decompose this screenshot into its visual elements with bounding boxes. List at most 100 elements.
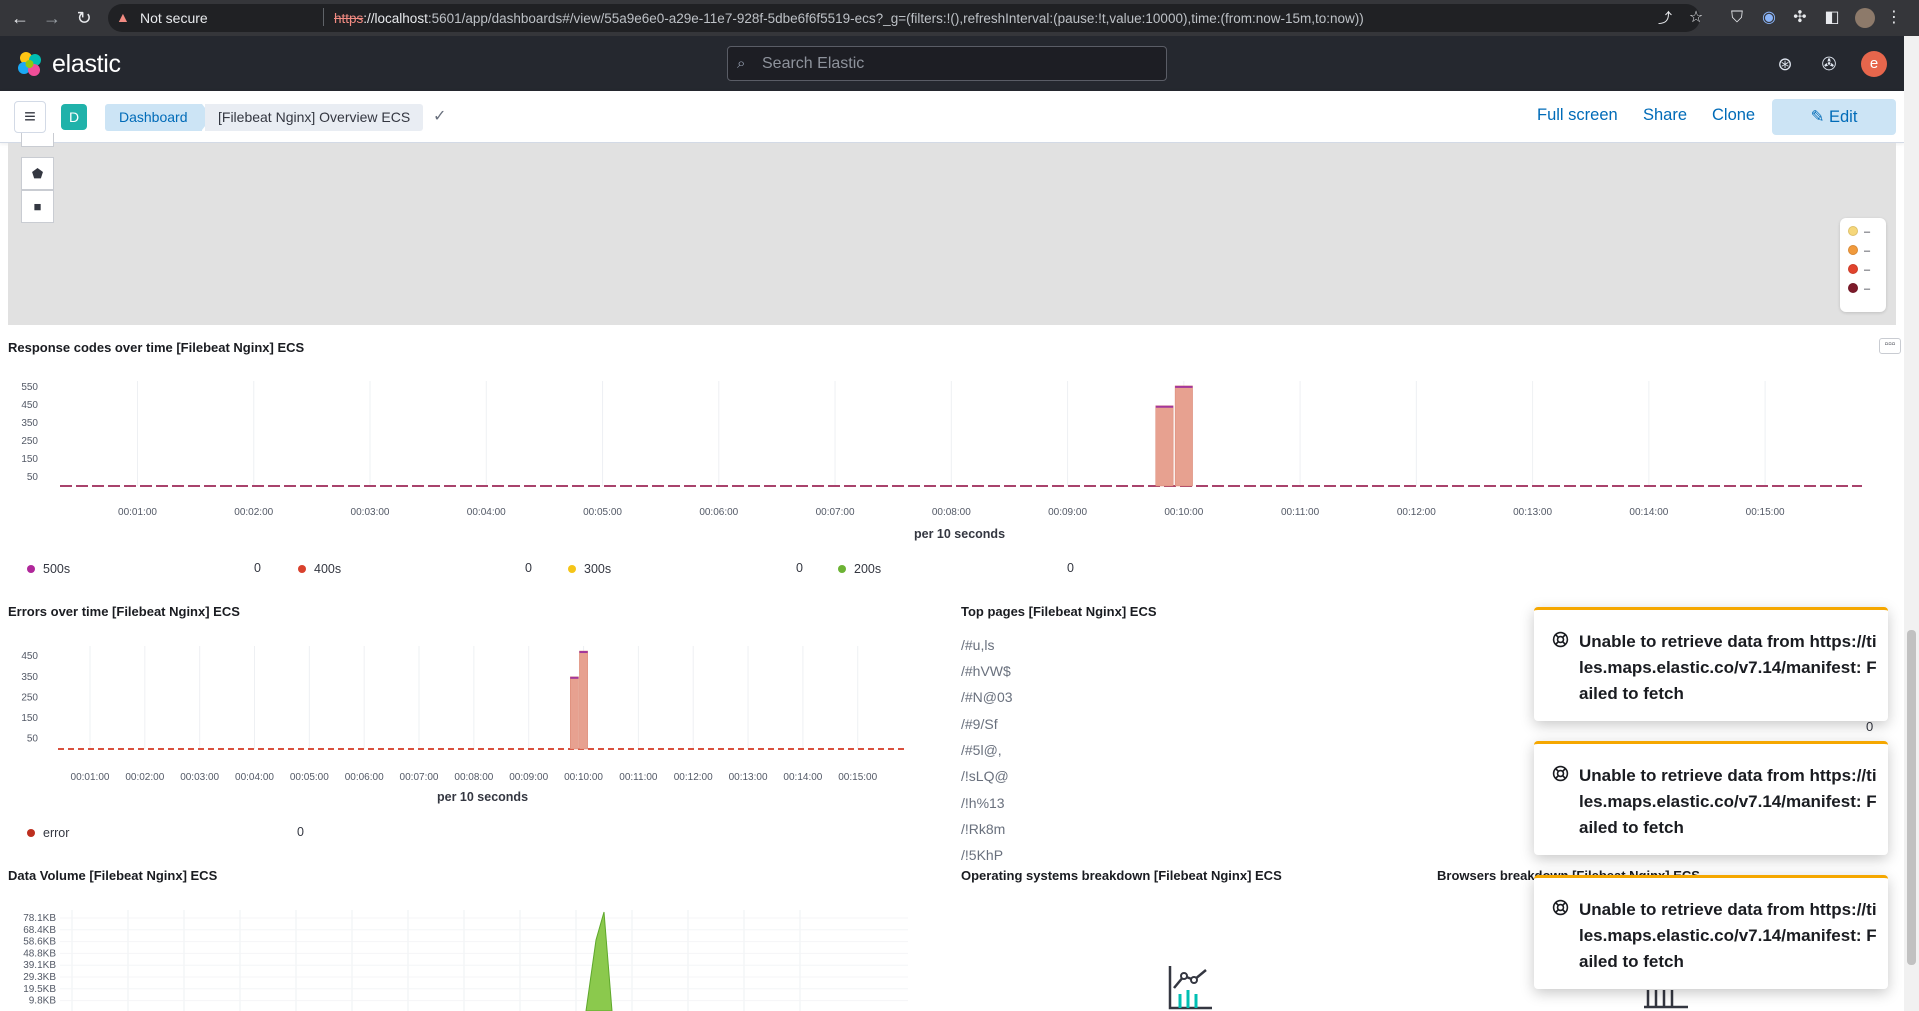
map-legend-row: –	[1848, 226, 1870, 238]
legend-error[interactable]: error	[27, 826, 69, 840]
search-icon: ⌕	[737, 55, 746, 72]
errors-xlabel: per 10 seconds	[437, 790, 529, 804]
side-panel-icon[interactable]: ◧	[1822, 8, 1842, 28]
y-tick-label: 250	[21, 436, 38, 447]
map-legend-row: –	[1848, 264, 1870, 276]
top-page-item[interactable]: /#u,ls	[961, 637, 994, 653]
map-panel[interactable]: ⬟ ■ – – – –	[8, 133, 1896, 325]
bar	[1155, 405, 1174, 487]
legend-200s[interactable]: 200s	[838, 562, 881, 576]
help-circle-icon	[1552, 765, 1569, 782]
rectangle-draw-icon[interactable]: ■	[21, 190, 54, 223]
x-tick-label: 00:07:00	[816, 507, 855, 518]
address-bar[interactable]: ▲ Not secure https://localhost:5601/app/…	[108, 4, 1700, 32]
top-page-item[interactable]: /#9/Sf	[961, 716, 998, 732]
check-icon: ✓	[433, 108, 447, 125]
y-tick-label: 350	[21, 672, 38, 683]
y-tick-label: 58.6KB	[23, 937, 56, 948]
edit-button[interactable]: ✎ Edit	[1772, 99, 1896, 135]
help-icon[interactable]: ⊛	[1774, 53, 1796, 75]
global-search[interactable]: ⌕	[727, 46, 1167, 81]
more-menu-icon[interactable]: ⋮	[1884, 8, 1904, 28]
back-icon[interactable]: ←	[8, 6, 32, 30]
breadcrumb-current: [Filebeat Nginx] Overview ECS	[205, 104, 424, 131]
y-tick-label: 29.3KB	[23, 972, 56, 983]
x-tick-label: 00:10:00	[564, 772, 603, 783]
x-tick-label: 00:10:00	[1164, 507, 1203, 518]
divider	[323, 8, 324, 26]
top-page-item[interactable]: /#5l@,	[961, 742, 1002, 758]
top-page-item[interactable]: /!Rk8m	[961, 821, 1005, 837]
x-tick-label: 00:12:00	[674, 772, 713, 783]
data-volume-title: Data Volume [Filebeat Nginx] ECS	[8, 868, 218, 883]
x-tick-label: 00:11:00	[1281, 507, 1320, 518]
top-page-item[interactable]: /!sLQ@	[961, 768, 1009, 784]
clone-button[interactable]: Clone	[1712, 106, 1755, 125]
top-page-item[interactable]: /!5KhP	[961, 847, 1003, 862]
legend-300s[interactable]: 300s	[568, 562, 611, 576]
browser-toolbar: ← → ↻ ▲ Not secure https://localhost:560…	[0, 0, 1919, 36]
x-tick-label: 00:04:00	[235, 772, 274, 783]
bar	[570, 676, 579, 750]
legend-swatch	[568, 565, 576, 573]
scrollbar-thumb[interactable]	[1907, 630, 1916, 965]
user-avatar[interactable]: e	[1861, 51, 1887, 77]
legend-500s[interactable]: 500s	[27, 562, 70, 576]
breadcrumb-dashboard[interactable]: Dashboard	[105, 104, 211, 131]
space-avatar[interactable]: D	[61, 104, 87, 130]
reload-icon[interactable]: ↻	[72, 6, 96, 30]
page-scrollbar[interactable]	[1904, 36, 1919, 1011]
elastic-logo-text[interactable]: elastic	[52, 50, 121, 79]
full-screen-button[interactable]: Full screen	[1537, 106, 1618, 125]
top-page-item[interactable]: /!h%13	[961, 795, 1005, 811]
elastic-logo-icon[interactable]	[16, 50, 44, 78]
newsfeed-icon[interactable]: ✇	[1818, 53, 1840, 75]
bookmark-star-icon[interactable]: ☆	[1686, 8, 1706, 28]
polygon-draw-icon[interactable]: ⬟	[21, 157, 54, 190]
top-page-item[interactable]: /#N@03	[961, 689, 1013, 705]
share-button[interactable]: Share	[1643, 106, 1687, 125]
top-page-item[interactable]: /#hVW$	[961, 663, 1011, 679]
shield-icon[interactable]: ⛉	[1727, 8, 1747, 28]
map-legend-row: –	[1848, 245, 1870, 257]
profile-avatar[interactable]	[1855, 8, 1875, 28]
pencil-icon: ✎	[1810, 108, 1825, 126]
not-secure-label: Not secure	[140, 10, 208, 26]
x-tick-label: 00:05:00	[290, 772, 329, 783]
puzzle-icon[interactable]: ✣	[1790, 8, 1810, 28]
share-icon[interactable]: ⤴	[1655, 8, 1675, 28]
legend-swatch	[838, 565, 846, 573]
y-tick-label: 39.1KB	[23, 960, 56, 971]
error-toast[interactable]: Unable to retrieve data from https://til…	[1534, 607, 1888, 721]
legend-400s[interactable]: 400s	[298, 562, 341, 576]
search-input[interactable]	[762, 53, 1152, 75]
toast-message: Unable to retrieve data from https://til…	[1579, 766, 1877, 837]
legend-error-value: 0	[297, 825, 304, 839]
forward-icon[interactable]: →	[40, 6, 64, 30]
url-path: :5601/app/dashboards#/view/55a9e6e0-a29e…	[427, 11, 1364, 26]
x-tick-label: 00:11:00	[619, 772, 658, 783]
help-circle-icon	[1552, 631, 1569, 648]
map-tool-top[interactable]	[21, 133, 54, 147]
hamburger-menu-icon[interactable]: ≡	[14, 101, 46, 133]
x-tick-label: 00:08:00	[932, 507, 971, 518]
x-tick-label: 00:01:00	[118, 507, 157, 518]
error-toast[interactable]: Unable to retrieve data from https://til…	[1534, 741, 1888, 855]
top-pages-count: 0	[1866, 719, 1874, 734]
panel-options-icon[interactable]: ▫▫▫	[1879, 338, 1901, 354]
response-codes-chart: 00:01:00 00:02:00 00:03:00 00:04:00 00:05:00…	[21, 381, 1862, 518]
x-tick-label: 00:15:00	[838, 772, 877, 783]
x-tick-label: 00:13:00	[1513, 507, 1552, 518]
x-tick-label: 00:07:00	[400, 772, 439, 783]
x-tick-label: 00:08:00	[454, 772, 493, 783]
x-tick-label: 00:02:00	[234, 507, 273, 518]
kibana-header: elastic ⌕ ⊛ ✇ e	[0, 36, 1904, 91]
error-toast[interactable]: Unable to retrieve data from https://til…	[1534, 875, 1888, 989]
legend-swatch	[1848, 283, 1858, 293]
extension-icon[interactable]: ◉	[1759, 8, 1779, 28]
url-text[interactable]: https://localhost:5601/app/dashboards#/v…	[334, 11, 1364, 26]
y-tick-label: 68.4KB	[23, 925, 56, 936]
x-tick-label: 00:12:00	[1397, 507, 1436, 518]
legend-400s-value: 0	[525, 561, 532, 575]
y-tick-label: 9.8KB	[29, 996, 57, 1007]
